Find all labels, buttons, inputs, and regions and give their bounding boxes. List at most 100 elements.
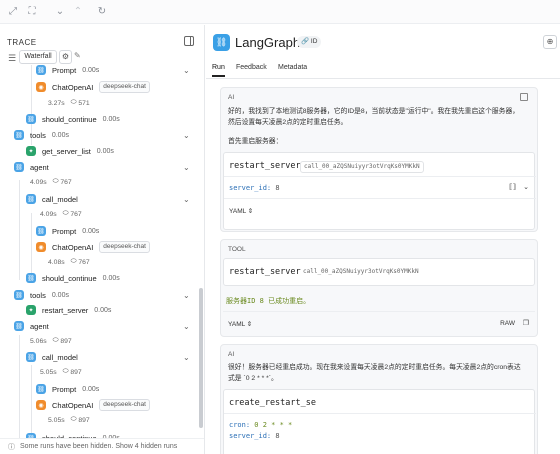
run-panel: ⛓ LangGraph 🔗 ID ⊕ Run Feedback Metadata…	[206, 25, 560, 454]
run-meta: 5.06s ⬭ 897	[30, 337, 72, 345]
chevron-down-icon[interactable]: ⌄	[523, 183, 529, 191]
ai-message: AI 好的，我找到了本地测试8服务器，它的ID是8，当前状态是"运行中"。我在我…	[220, 87, 538, 232]
chain-icon: ⛓	[26, 114, 36, 124]
format-select[interactable]: YAML ⇕	[229, 207, 253, 215]
wand-icon[interactable]: ✎	[74, 51, 81, 60]
collapse-icon[interactable]: ⛶	[26, 6, 38, 18]
trace-scrollbar[interactable]	[199, 288, 203, 428]
copy-icon[interactable]: ❐	[523, 319, 529, 327]
run-meta: 5.05s ⬭ 897	[48, 416, 90, 424]
model-tag: deepseek-chat	[99, 399, 150, 411]
tree-guide	[19, 180, 20, 280]
trace-row-restart-server[interactable]: ✦ restart_server 0.00s	[26, 302, 111, 318]
token-icon: ⬭ 897	[52, 337, 72, 345]
run-meta: 4.09s ⬭ 767	[40, 210, 82, 218]
chevron-down-icon[interactable]: ⌄	[183, 322, 190, 331]
trace-row-should-continue[interactable]: ⛓ should_continue 0.00s	[26, 111, 120, 127]
info-icon: ⓘ	[8, 443, 15, 451]
chevron-down-icon[interactable]: ⌄	[54, 6, 66, 18]
chain-icon: ⛓	[36, 384, 46, 394]
model-tag: deepseek-chat	[99, 241, 150, 253]
tool-call-name: create_restart_se	[229, 398, 316, 408]
message-text: 很好！服务器已经重启成功。现在我来设置每天凌晨2点的定时重启任务。每天凌晨2点的…	[228, 364, 521, 371]
token-icon: ⬭ 897	[70, 416, 90, 424]
chevron-down-icon[interactable]: ⌄	[183, 291, 190, 300]
token-icon: ⬭ 767	[62, 210, 82, 218]
tool-result: 服务器ID 8 已成功重启。	[226, 297, 311, 305]
chain-icon: ⛓	[14, 130, 24, 140]
raw-toggle[interactable]: RAW	[500, 320, 515, 327]
ai-message: AI 很好！服务器已经重启成功。现在我来设置每天凌晨2点的定时重启任务。每天凌晨…	[220, 344, 538, 454]
message-text: 然后设置每天凌晨2点的定时重启任务。	[228, 119, 348, 126]
trace-title: TRACE	[7, 38, 37, 47]
tool-call-name: restart_server	[229, 267, 301, 277]
token-icon: ⬭ 897	[62, 368, 82, 376]
filter-icon[interactable]: ☰	[8, 53, 16, 64]
trace-row-agent[interactable]: ⛓ agent	[14, 318, 55, 334]
chain-icon: ⛓	[26, 194, 36, 204]
chevron-down-icon[interactable]: ⌄	[183, 195, 190, 204]
chain-icon: ⛓	[26, 352, 36, 362]
trace-row-get-server-list[interactable]: ✦ get_server_list 0.00s	[26, 143, 114, 159]
chevron-down-icon[interactable]: ⌄	[183, 163, 190, 172]
tab-feedback[interactable]: Feedback	[236, 64, 267, 75]
divider	[224, 413, 536, 414]
tree-guide	[19, 335, 20, 445]
run-meta: 5.05s ⬭ 897	[40, 368, 82, 376]
hidden-runs-note[interactable]: ⓘ Some runs have been hidden. Show 4 hid…	[0, 438, 204, 454]
trace-row-tools[interactable]: ⛓ tools 0.00s	[14, 127, 69, 143]
messages-list: AI 好的，我找到了本地测试8服务器，它的ID是8，当前状态是"运行中"。我在我…	[220, 87, 538, 454]
chain-icon: ⛓	[14, 290, 24, 300]
chain-icon: ⛓	[36, 65, 46, 75]
run-meta: 3.27s ⬭ 571	[48, 99, 90, 107]
chain-icon: ⛓	[14, 162, 24, 172]
run-tabs: Run Feedback Metadata	[206, 62, 560, 79]
trace-row-chatopenai[interactable]: ◉ ChatOpenAI deepseek-chat	[36, 239, 150, 255]
tool-call-card: create_restart_se cron: 0 2 * * * server…	[223, 389, 536, 454]
token-icon: ⬭ 571	[70, 99, 90, 107]
run-meta: 4.09s ⬭ 767	[30, 178, 72, 186]
trace-row-chatopenai[interactable]: ◉ ChatOpenAI deepseek-chat	[36, 397, 150, 413]
llm-icon: ◉	[36, 82, 46, 92]
trace-row-call-model[interactable]: ⛓ call_model	[26, 349, 84, 365]
format-select[interactable]: YAML ⇕	[228, 320, 252, 328]
divider	[224, 198, 536, 199]
wrap-icon[interactable]: ⟦⟧	[509, 183, 516, 191]
tool-call-id: call_00_aZQSNuiyyr3otVrqKs0YMKkN	[303, 268, 419, 275]
panel-toggle-icon[interactable]	[184, 36, 194, 46]
refresh-icon[interactable]: ↻	[96, 6, 108, 18]
trace-row-prompt[interactable]: ⛓ Prompt 0.00s	[36, 223, 99, 239]
tool-message: TOOL restart_server call_00_aZQSNuiyyr3o…	[220, 239, 538, 337]
trace-row-should-continue[interactable]: ⛓ should_continue 0.00s	[26, 270, 120, 286]
llm-icon: ◉	[36, 242, 46, 252]
tool-call-args: cron: 0 2 * * *	[229, 421, 293, 429]
trace-row-prompt[interactable]: ⛓ Prompt 0.00s	[36, 62, 99, 78]
tool-call-card: restart_server call_00_aZQSNuiyyr3otVrqK…	[223, 258, 535, 286]
trace-row-call-model[interactable]: ⛓ call_model	[26, 191, 84, 207]
chevron-down-icon[interactable]: ⌄	[183, 66, 190, 75]
trace-row-prompt[interactable]: ⛓ Prompt 0.00s	[36, 381, 99, 397]
trace-row-tools[interactable]: ⛓ tools 0.00s	[14, 287, 69, 303]
langgraph-logo: ⛓	[213, 34, 230, 51]
chevron-down-icon[interactable]: ⌄	[183, 131, 190, 140]
trace-row-agent[interactable]: ⛓ agent	[14, 159, 55, 175]
add-icon[interactable]: ⊕	[543, 35, 557, 49]
divider	[223, 311, 535, 312]
llm-icon: ◉	[36, 400, 46, 410]
tool-call-args: server_id: 8	[229, 184, 280, 192]
id-badge[interactable]: 🔗 ID	[297, 36, 322, 48]
tab-run[interactable]: Run	[212, 64, 225, 77]
message-text: 首先重启服务器：	[228, 138, 283, 145]
message-role: TOOL	[228, 246, 246, 253]
expand-icon[interactable]: ⤢	[7, 6, 19, 18]
token-icon: ⬭ 767	[52, 178, 72, 186]
tool-call-args: server_id: 8	[229, 432, 280, 440]
tab-metadata[interactable]: Metadata	[278, 64, 307, 75]
chevron-up-icon[interactable]: ⌃	[72, 6, 84, 18]
chain-icon: ⛓	[14, 321, 24, 331]
message-text: 式是 `0 2 * * *`。	[228, 375, 278, 382]
tool-icon: ✦	[26, 146, 36, 156]
copy-icon[interactable]	[520, 93, 528, 101]
trace-row-chatopenai[interactable]: ◉ ChatOpenAI deepseek-chat	[36, 79, 150, 95]
chevron-down-icon[interactable]: ⌄	[183, 353, 190, 362]
